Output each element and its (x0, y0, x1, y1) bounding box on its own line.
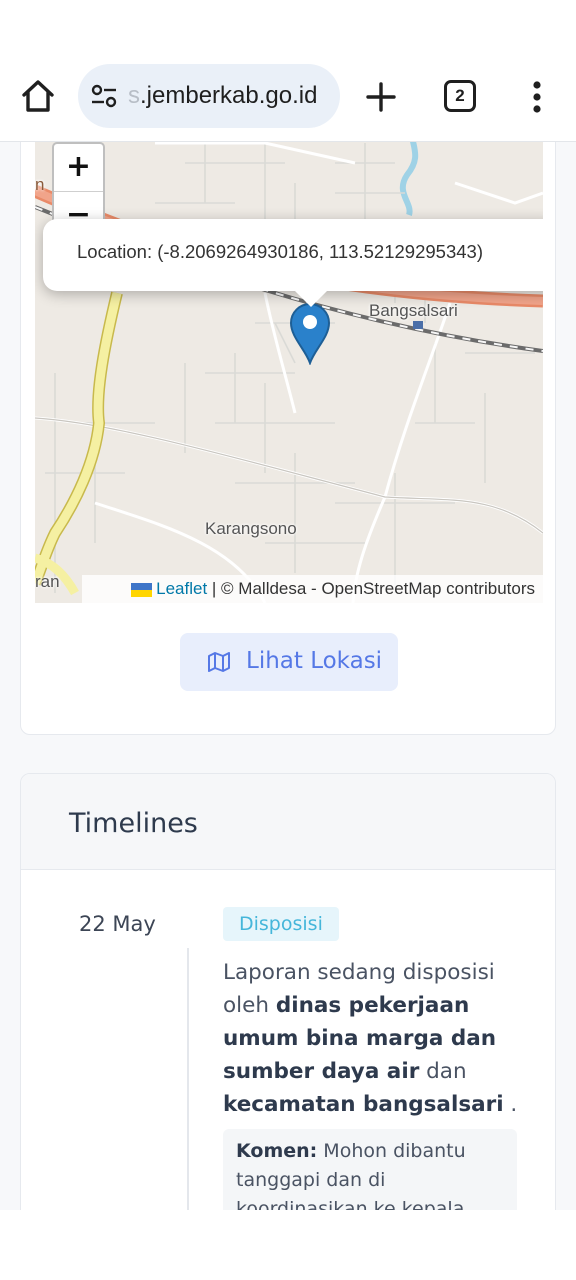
location-card: Bangsalsari Karangsono n ran + − Locatio… (20, 142, 556, 735)
zoom-in-button[interactable]: + (54, 144, 103, 192)
page-viewport: Bangsalsari Karangsono n ran + − Locatio… (0, 142, 576, 1210)
status-badge: Disposisi (223, 907, 339, 941)
timeline-date: 22 May (79, 912, 156, 936)
popup-location-text: Location: (-8.2069264930186, 113.5212929… (77, 241, 483, 262)
location-marker-icon[interactable] (289, 303, 331, 365)
comment-box: Komen: Mohon dibantu tanggapi dan di koo… (223, 1129, 517, 1210)
attribution-text: | © Malldesa - OpenStreetMap contributor… (207, 579, 535, 598)
url-domain: .jemberkab.go.id (140, 82, 318, 109)
map[interactable]: Bangsalsari Karangsono n ran + − Locatio… (35, 142, 543, 603)
entry-agency-2: kecamatan bangsalsari (223, 1092, 504, 1117)
address-bar[interactable]: s.jemberkab.go.id (78, 64, 340, 128)
url-faded-prefix: s (128, 82, 140, 109)
new-tab-icon[interactable] (362, 78, 400, 116)
map-attribution: Leaflet | © Malldesa - OpenStreetMap con… (82, 575, 543, 603)
map-label-karangsono: Karangsono (205, 519, 297, 538)
site-settings-icon[interactable] (90, 84, 118, 108)
home-icon[interactable] (18, 76, 58, 116)
timeline-entry-text: Laporan sedang disposisi oleh dinas peke… (223, 956, 523, 1121)
tab-switcher-icon[interactable]: 2 (444, 80, 476, 112)
timeline-title: Timelines (69, 808, 198, 839)
leaflet-link[interactable]: Leaflet (156, 579, 207, 598)
timeline-line (187, 948, 189, 1210)
lihat-lokasi-label: Lihat Lokasi (246, 648, 383, 674)
map-label-bangsalsari: Bangsalsari (369, 301, 458, 320)
entry-text-part: . (503, 1092, 518, 1117)
popup-tip (291, 287, 331, 307)
timeline-card: Timelines 22 May Disposisi Laporan sedan… (20, 773, 556, 1210)
url-text[interactable]: s.jemberkab.go.id (128, 82, 334, 110)
timeline-header: Timelines (21, 774, 555, 870)
entry-text-part: dan (419, 1059, 467, 1084)
bottom-blank (0, 1210, 576, 1280)
comment-label: Komen: (236, 1140, 318, 1162)
more-menu-icon[interactable] (526, 80, 548, 114)
browser-toolbar: s.jemberkab.go.id 2 (0, 0, 576, 142)
map-label-edge-top: n (35, 175, 45, 194)
lihat-lokasi-button[interactable]: Lihat Lokasi (180, 633, 398, 691)
ukraine-flag-icon (131, 583, 153, 597)
map-label-edge-bottom: ran (35, 572, 60, 591)
location-popup: Location: (-8.2069264930186, 113.5212929… (43, 219, 543, 291)
map-icon (208, 652, 230, 672)
